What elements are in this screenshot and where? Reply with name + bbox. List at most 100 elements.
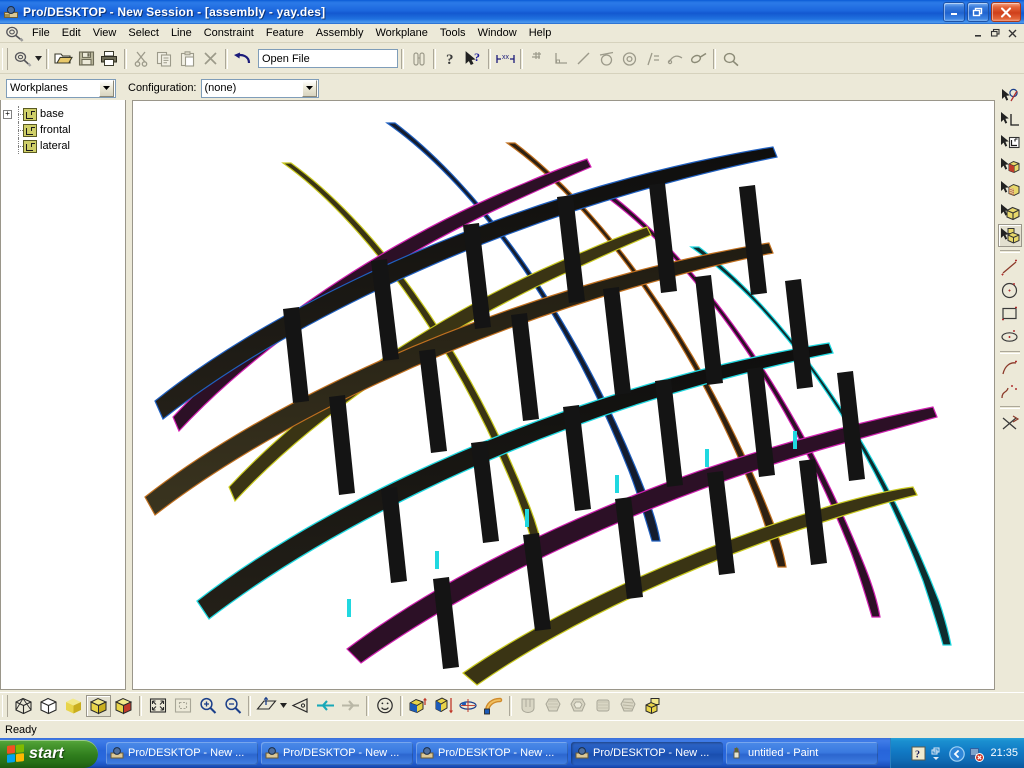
window-close-button[interactable]	[991, 2, 1021, 22]
perpendicular-icon	[549, 48, 572, 70]
save-disk-icon[interactable]	[75, 48, 98, 70]
select-assembly-icon[interactable]	[998, 224, 1022, 247]
taskbar-item-active[interactable]: Pro/DESKTOP - New ...	[571, 741, 723, 765]
trim-tool-icon[interactable]	[998, 412, 1022, 435]
menu-assembly[interactable]: Assembly	[310, 25, 370, 41]
open-folder-icon[interactable]	[52, 48, 75, 70]
view-plane-icon[interactable]	[254, 695, 279, 717]
menu-tools[interactable]: Tools	[434, 25, 472, 41]
dropdown-arrow-icon[interactable]	[34, 48, 43, 70]
taskbar-item[interactable]: untitled - Paint	[726, 741, 878, 765]
dropdown-arrow-icon[interactable]	[279, 695, 288, 717]
assembly-icon[interactable]	[640, 695, 665, 717]
window-titlebar[interactable]: Pro/DESKTOP - New Session - [assembly - …	[0, 0, 1024, 24]
new-design-icon[interactable]	[11, 48, 34, 70]
mdi-restore-icon[interactable]	[988, 26, 1003, 40]
rectangle-tool-icon[interactable]	[998, 302, 1022, 325]
taskbar-item[interactable]: Pro/DESKTOP - New ...	[416, 741, 568, 765]
select-point-icon[interactable]	[998, 86, 1022, 109]
fixed-point-icon	[664, 48, 687, 70]
security-alert-icon[interactable]	[968, 746, 985, 762]
select-workplane-icon[interactable]	[998, 132, 1022, 155]
menu-window[interactable]: Window	[472, 25, 523, 41]
tree-connector	[14, 106, 23, 122]
select-shaded-face-icon[interactable]	[998, 178, 1022, 201]
spline-tool-icon[interactable]	[998, 380, 1022, 403]
start-button[interactable]: start	[0, 739, 98, 768]
tree-item-frontal[interactable]: frontal	[1, 122, 125, 138]
selection-toolbar	[996, 84, 1024, 690]
printer-icon[interactable]	[98, 48, 121, 70]
zoom-in-icon[interactable]	[195, 695, 220, 717]
workplanes-tree[interactable]: + base frontal lateral	[0, 100, 126, 690]
chevron-down-icon[interactable]	[301, 79, 317, 97]
select-part-icon[interactable]	[998, 201, 1022, 224]
menu-select[interactable]: Select	[122, 25, 165, 41]
open-file-input[interactable]: Open File	[258, 49, 398, 68]
window-restore-button[interactable]	[967, 2, 989, 22]
arc-tool-icon[interactable]	[998, 357, 1022, 380]
configuration-select[interactable]: (none)	[200, 78, 319, 98]
wireframe-view-icon[interactable]	[11, 695, 36, 717]
select-line-icon[interactable]	[998, 109, 1022, 132]
taskbar-item[interactable]: Pro/DESKTOP - New ...	[261, 741, 413, 765]
help-question-icon[interactable]: ?	[439, 48, 462, 70]
hidden-line-view-icon[interactable]	[36, 695, 61, 717]
window-title: Pro/DESKTOP - New Session - [assembly - …	[23, 5, 326, 19]
window-minimize-button[interactable]	[943, 2, 965, 22]
context-help-icon[interactable]: ?	[462, 48, 485, 70]
view-direction-icon[interactable]	[288, 695, 313, 717]
ellipse-tool-icon[interactable]	[998, 325, 1022, 348]
tree-item-label: frontal	[40, 124, 71, 136]
previous-view-icon[interactable]	[313, 695, 338, 717]
tree-item-base[interactable]: + base	[1, 106, 125, 122]
taskbar-item-label: untitled - Paint	[748, 747, 819, 759]
circle-tool-icon[interactable]	[998, 279, 1022, 302]
project-icon[interactable]	[431, 695, 456, 717]
chevron-down-icon[interactable]	[99, 79, 114, 97]
undo-arrow-icon[interactable]	[231, 48, 254, 70]
menu-constraint[interactable]: Constraint	[198, 25, 260, 41]
taskbar-clock[interactable]: 21:35	[990, 747, 1018, 759]
link-icon	[687, 48, 710, 70]
smiley-icon[interactable]	[372, 695, 397, 717]
menu-workplane[interactable]: Workplane	[369, 25, 433, 41]
toolbar-grip[interactable]	[2, 47, 8, 70]
tree-item-lateral[interactable]: lateral	[1, 138, 125, 154]
expander-plus-icon[interactable]: +	[3, 109, 12, 119]
toolbar-grip[interactable]	[2, 694, 8, 717]
help-tray-icon[interactable]: ?	[911, 746, 926, 761]
show-hidden-chevron-icon[interactable]	[930, 746, 945, 761]
configuration-label: Configuration:	[128, 82, 197, 94]
menu-file[interactable]: File	[26, 25, 56, 41]
select-face-icon[interactable]	[998, 155, 1022, 178]
sweep-icon[interactable]	[481, 695, 506, 717]
menu-feature[interactable]: Feature	[260, 25, 310, 41]
model-viewport[interactable]	[132, 100, 995, 690]
menu-line[interactable]: Line	[165, 25, 198, 41]
shaded-edges-view-icon[interactable]	[86, 694, 111, 717]
zoom-fit-icon[interactable]	[145, 695, 170, 717]
toolbar-separator	[713, 48, 716, 69]
section-view-icon[interactable]	[111, 695, 136, 717]
start-label: start	[29, 744, 64, 762]
extrude-icon[interactable]	[406, 695, 431, 717]
mdi-close-icon[interactable]	[1005, 26, 1020, 40]
shaded-view-icon[interactable]	[61, 695, 86, 717]
show-desktop-icon[interactable]	[949, 745, 966, 762]
menu-edit[interactable]: Edit	[56, 25, 87, 41]
prodesktop-icon	[3, 4, 19, 20]
mdi-minimize-icon[interactable]	[971, 26, 986, 40]
menu-help[interactable]: Help	[523, 25, 558, 41]
dimension-xx-icon[interactable]: xx	[494, 48, 517, 70]
toolbar-separator	[401, 48, 404, 69]
line-tool-icon[interactable]	[998, 256, 1022, 279]
taskbar-item[interactable]: Pro/DESKTOP - New ...	[106, 741, 258, 765]
revolve-icon[interactable]	[456, 695, 481, 717]
thread-icon	[615, 695, 640, 717]
browser-select[interactable]: Workplanes	[6, 78, 116, 98]
zoom-out-icon[interactable]	[220, 695, 245, 717]
menu-view[interactable]: View	[87, 25, 123, 41]
concentric-icon	[618, 48, 641, 70]
svg-text:xx: xx	[502, 54, 510, 61]
